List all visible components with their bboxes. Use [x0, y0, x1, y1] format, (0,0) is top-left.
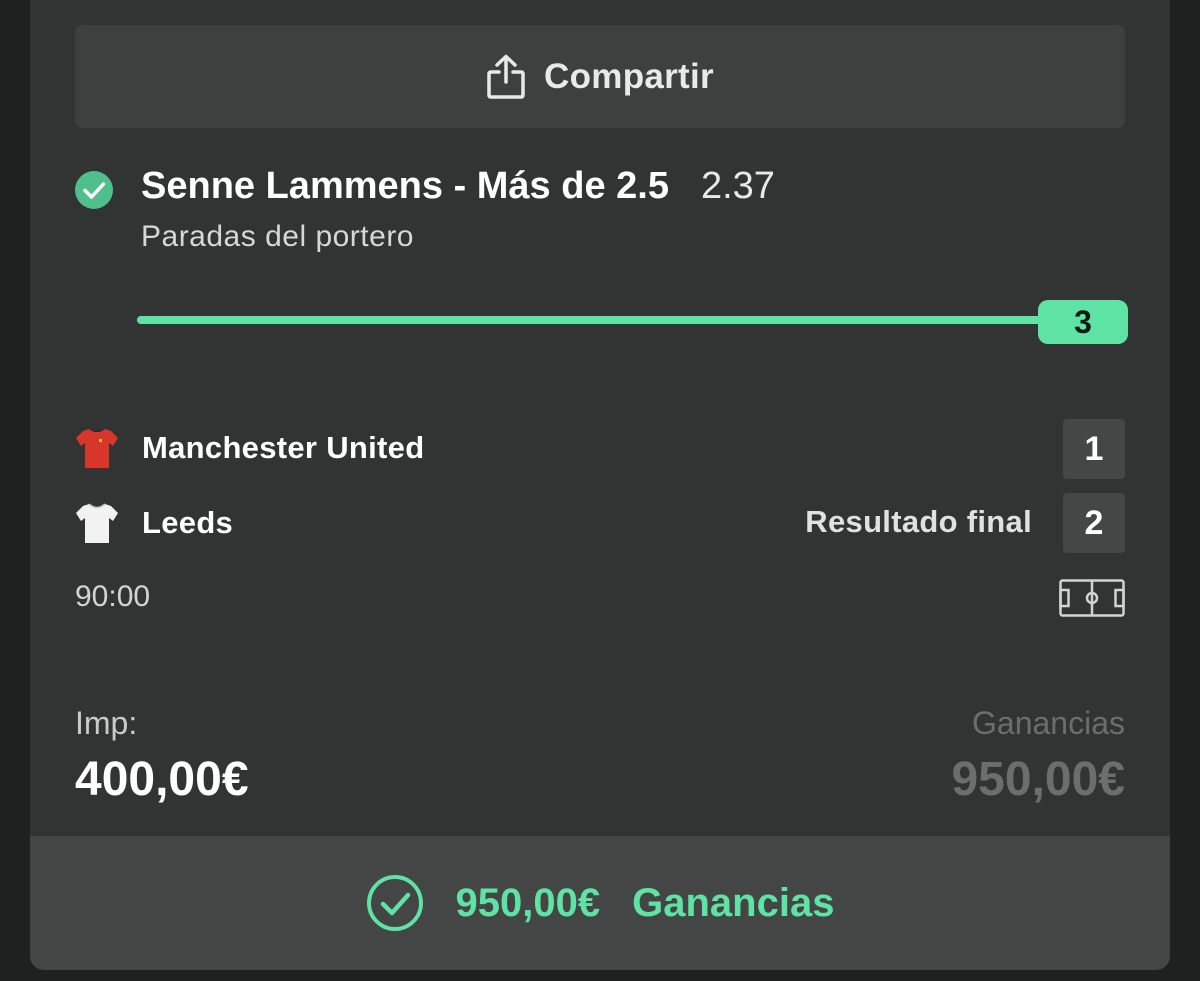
check-circle-icon: [75, 171, 113, 209]
footer-label: Ganancias: [632, 880, 835, 925]
bet-card: Compartir Senne Lammens - Más de 2.5 2.3…: [30, 0, 1170, 970]
winnings-value: 950,00€: [951, 753, 1125, 806]
check-circle-icon: [366, 875, 423, 931]
red-shirt-icon: [76, 429, 118, 468]
progress-fill: [137, 316, 1097, 324]
share-label: Compartir: [544, 56, 714, 96]
bet-title: Senne Lammens - Más de 2.5 2.37: [141, 165, 775, 208]
progress-bar: [137, 316, 1097, 324]
pitch-icon[interactable]: [1059, 579, 1125, 617]
home-team-row: Manchester United: [74, 425, 424, 471]
away-team-name: Leeds: [142, 505, 234, 540]
bet-selection: Senne Lammens - Más de 2.5: [141, 165, 669, 207]
white-shirt-icon: [76, 503, 118, 543]
home-score: 1: [1063, 419, 1125, 479]
bet-market: Paradas del portero: [141, 220, 414, 253]
winnings-label: Ganancias: [972, 705, 1125, 741]
progress-value-badge: 3: [1038, 300, 1128, 344]
away-score: 2: [1063, 493, 1125, 553]
bet-odds: 2.37: [700, 165, 775, 207]
home-team-name: Manchester United: [142, 430, 425, 465]
result-label: Resultado final: [805, 504, 1032, 539]
stake-label: Imp:: [75, 705, 138, 741]
footer-amount: 950,00€: [455, 880, 601, 925]
stake-value: 400,00€: [75, 753, 249, 806]
winnings-footer: 950,00€ Ganancias: [30, 836, 1170, 970]
match-time: 90:00: [75, 580, 151, 613]
share-button[interactable]: Compartir: [75, 25, 1125, 128]
share-icon: [486, 54, 526, 100]
away-team-row: Leeds: [74, 500, 233, 546]
